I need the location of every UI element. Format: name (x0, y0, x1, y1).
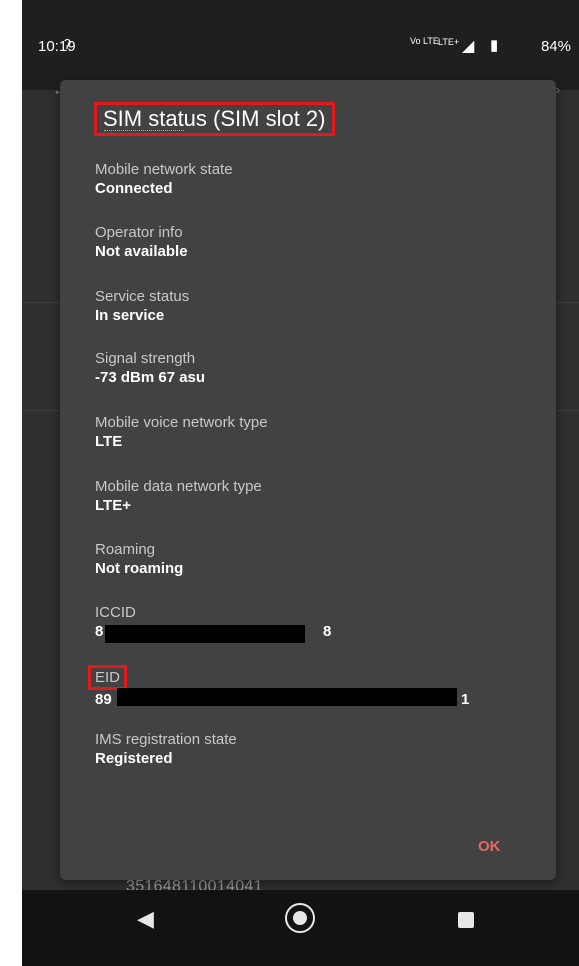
item-operator-info: Operator info Not available (95, 223, 188, 262)
title-underline (104, 130, 184, 131)
battery-percent: 84% (540, 38, 571, 55)
item-service-status: Service status In service (95, 287, 189, 326)
item-label: Mobile data network type (95, 478, 262, 495)
item-label: IMS registration state (95, 731, 237, 748)
item-value: Not roaming (95, 560, 184, 577)
status-bar: 10:19 ʔ Vo LTE LTE+ ◢ ▮ 84% (22, 0, 579, 90)
link-icon: ʔ (64, 36, 71, 52)
item-value: In service (95, 307, 165, 324)
item-value: -73 dBm 67 asu (95, 369, 206, 386)
item-roaming: Roaming Not roaming (95, 540, 183, 579)
item-ims-registration-state: IMS registration state Registered (95, 730, 237, 769)
item-signal-strength: Signal strength -73 dBm 67 asu (95, 349, 205, 388)
item-mobile-data-network-type: Mobile data network type LTE+ (95, 477, 262, 516)
iccid-redaction (105, 625, 305, 643)
phone-screen: 10:19 ʔ Vo LTE LTE+ ◢ ▮ 84% ← ⌕ 35164811… (22, 0, 579, 966)
item-label: Service status (95, 288, 190, 305)
ok-button[interactable]: OK (478, 838, 501, 855)
item-value: Not available (95, 243, 188, 260)
item-label: EID (88, 665, 495, 690)
item-mobile-network-state: Mobile network state Connected (95, 160, 233, 199)
nav-home-icon[interactable] (285, 903, 315, 933)
eid-prefix: 89 (95, 691, 112, 708)
item-label: Mobile network state (95, 161, 233, 178)
eid-suffix: 1 (461, 691, 470, 708)
item-value: Connected (95, 180, 173, 197)
item-value: LTE (95, 433, 123, 450)
item-value: LTE+ (95, 497, 131, 514)
eid-highlight-label: EID (88, 665, 128, 690)
item-mobile-voice-network-type: Mobile voice network type LTE (95, 413, 268, 452)
vowifi-lte-icon: Vo LTE (410, 36, 439, 46)
item-label: ICCID (95, 604, 136, 621)
item-label: Signal strength (95, 350, 196, 367)
nav-back-icon[interactable]: ◀ (137, 906, 154, 932)
iccid-prefix: 8 (95, 623, 104, 640)
item-label: Mobile voice network type (95, 414, 268, 431)
battery-icon: ▮ (490, 37, 499, 54)
nav-recents-icon[interactable] (458, 912, 474, 928)
item-label: Roaming (95, 541, 156, 558)
item-value: Registered (95, 750, 173, 767)
eid-redaction (117, 688, 457, 706)
iccid-suffix: 8 (323, 623, 332, 640)
signal-icon: ◢ (462, 38, 475, 55)
item-label: Operator info (95, 224, 183, 241)
sim-status-dialog: SIM status (SIM slot 2) Mobile network s… (60, 80, 556, 880)
lte-plus-icon: LTE+ (438, 37, 460, 47)
